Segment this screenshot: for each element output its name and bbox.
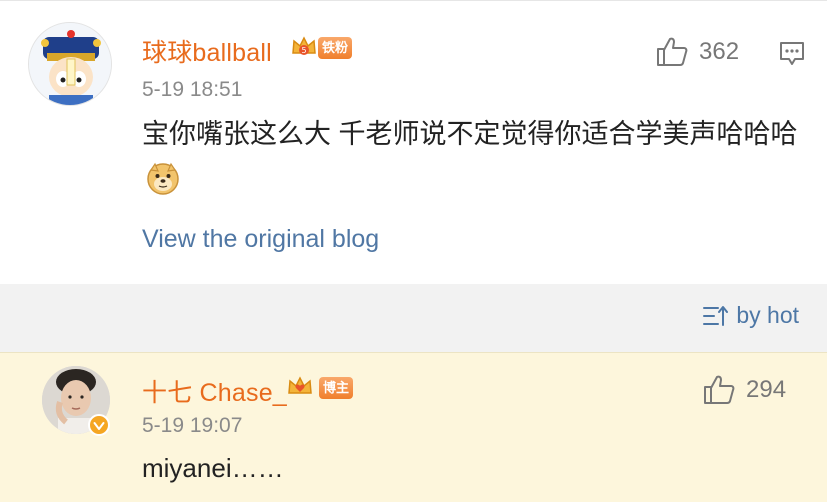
doge-emoji-icon [147,162,179,195]
thumbs-up-icon [657,37,688,66]
sort-icon [703,305,729,326]
comment-text: miyanei…… [142,453,284,483]
fan-badge: 铁粉 [318,37,353,59]
svg-text:5: 5 [301,46,306,55]
verified-badge-icon [88,414,110,436]
crown-icon [288,376,312,394]
username[interactable]: 球球ballball [142,33,272,69]
comment-text: 宝你嘴张这么大 千老师说不定觉得你适合学美声哈哈哈 [142,111,802,203]
username[interactable]: 十七 Chase_ [142,373,287,409]
fan-crown-icon: 5 [292,36,316,55]
like-button[interactable]: 362 [655,36,739,68]
like-count: 362 [699,38,740,65]
sort-label: by hot [736,302,799,328]
author-badge: 博主 [319,377,354,399]
comment-text-content: 宝你嘴张这么大 千老师说不定觉得你适合学美声哈哈哈 [142,119,798,149]
sort-by-hot-button[interactable]: by hot [702,302,799,329]
comment-reply-icon[interactable] [778,40,806,68]
comment-timestamp: 5-19 19:07 [142,414,243,437]
avatar-illustration [29,23,111,105]
view-original-blog-link[interactable]: View the original blog [142,225,379,254]
user-avatar[interactable] [28,22,112,106]
comment-timestamp: 5-19 18:51 [142,78,243,101]
like-button[interactable]: 294 [702,374,786,406]
like-count: 294 [746,376,787,403]
thumbs-up-icon [704,375,735,404]
